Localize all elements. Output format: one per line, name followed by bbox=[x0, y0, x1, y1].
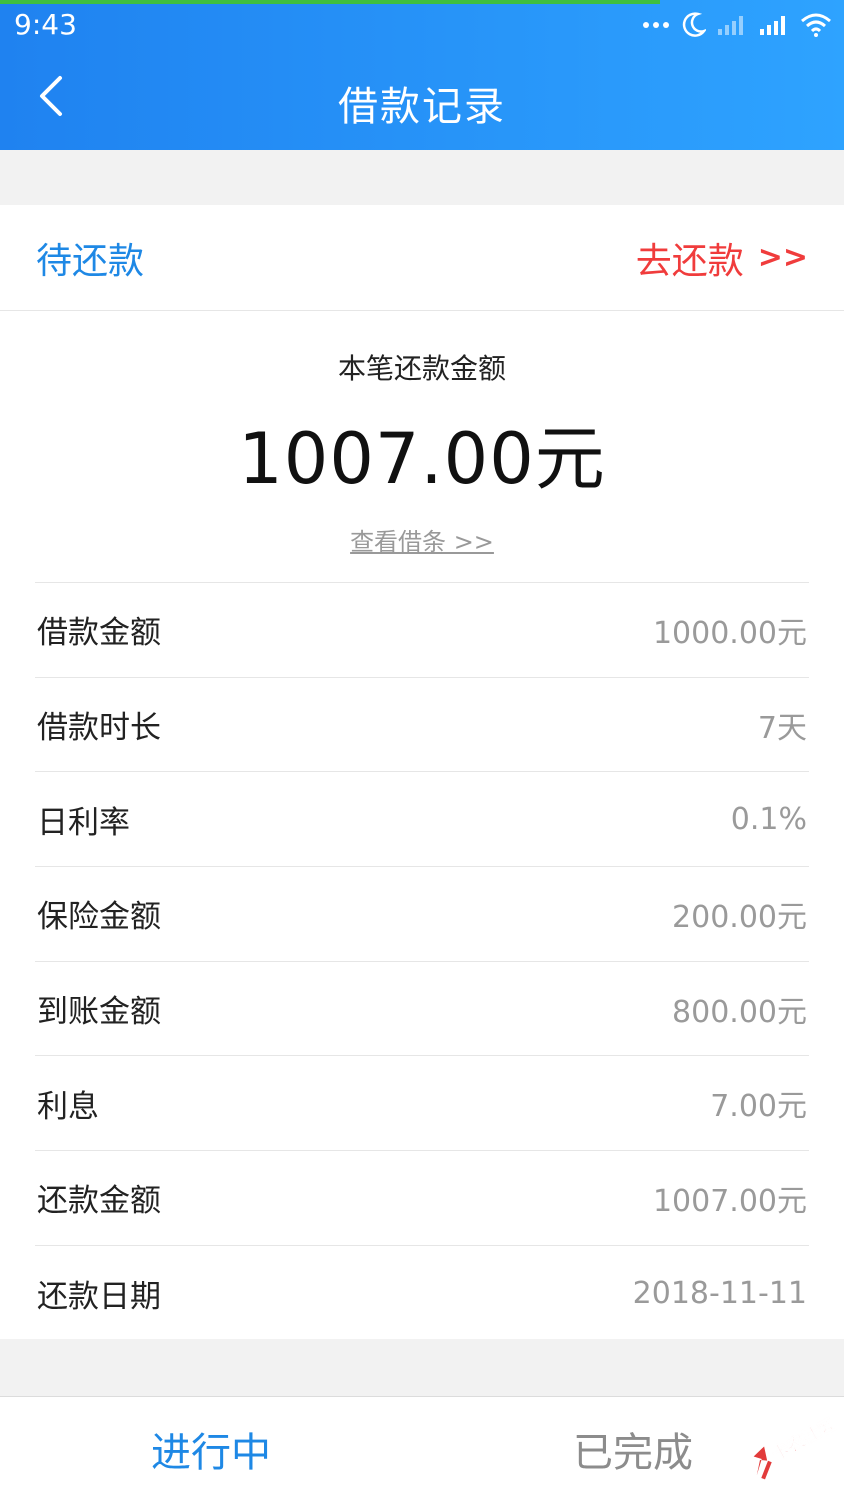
detail-row-received: 到账金额 800.00元 bbox=[35, 962, 809, 1057]
detail-label: 到账金额 bbox=[37, 994, 161, 1031]
wifi-icon bbox=[800, 12, 832, 38]
card-header: 待还款 去还款 >> bbox=[0, 205, 844, 311]
view-note-link[interactable]: 查看借条 >> bbox=[350, 522, 494, 557]
detail-row-repay-date: 还款日期 2018-11-11 bbox=[35, 1246, 809, 1341]
detail-value: 7.00元 bbox=[710, 1089, 807, 1125]
detail-row-daily-rate: 日利率 0.1% bbox=[35, 772, 809, 868]
detail-label: 借款时长 bbox=[37, 710, 161, 747]
detail-row-interest: 利息 7.00元 bbox=[35, 1056, 809, 1152]
detail-label: 保险金额 bbox=[37, 899, 161, 936]
detail-value: 1000.00元 bbox=[652, 615, 807, 651]
detail-row-loan-amount: 借款金额 1000.00元 bbox=[35, 583, 809, 678]
detail-value: 0.1% bbox=[730, 801, 807, 837]
loan-record-card: 待还款 去还款 >> 本笔还款金额 1007.00元 查看借条 >> 借款金额 … bbox=[0, 205, 844, 1339]
detail-label: 借款金额 bbox=[37, 615, 161, 652]
detail-label: 利息 bbox=[37, 1088, 99, 1125]
summary-amount: 1007.00元 bbox=[238, 418, 606, 500]
detail-value: 7天 bbox=[757, 710, 807, 746]
summary-label: 本笔还款金额 bbox=[337, 352, 506, 385]
watermark-text: 卡农社区 bbox=[769, 1414, 838, 1464]
pending-status-label: 待还款 bbox=[36, 240, 145, 282]
watermark-logo: 卡农社区 bbox=[740, 1404, 840, 1484]
detail-value: 1007.00元 bbox=[652, 1183, 807, 1219]
detail-row-insurance: 保险金额 200.00元 bbox=[35, 867, 809, 962]
detail-row-loan-term: 借款时长 7天 bbox=[35, 678, 809, 773]
detail-label: 还款日期 bbox=[37, 1278, 161, 1315]
more-dots-icon bbox=[642, 20, 670, 30]
go-repay-button[interactable]: 去还款 >> bbox=[636, 232, 808, 284]
detail-list: 借款金额 1000.00元 借款时长 7天 日利率 0.1% 保险金额 200.… bbox=[35, 582, 809, 1341]
bottom-tab-bar: 进行中 已完成 bbox=[0, 1396, 844, 1500]
moon-icon bbox=[680, 11, 706, 39]
status-icons bbox=[642, 8, 832, 42]
page-title: 借款记录 bbox=[338, 84, 506, 130]
detail-value: 2018-11-11 bbox=[632, 1275, 807, 1311]
detail-label: 日利率 bbox=[37, 804, 130, 841]
detail-value: 200.00元 bbox=[672, 899, 807, 935]
signal-icon bbox=[758, 13, 790, 37]
signal-weak-icon bbox=[716, 13, 748, 37]
detail-value: 800.00元 bbox=[672, 994, 807, 1030]
go-repay-label: 去还款 bbox=[635, 240, 744, 282]
app-header: 9:43 借款记录 bbox=[0, 0, 844, 150]
tab-in-progress[interactable]: 进行中 bbox=[0, 1397, 422, 1500]
detail-label: 还款金额 bbox=[37, 1183, 161, 1220]
repayment-summary: 本笔还款金额 1007.00元 查看借条 >> bbox=[0, 311, 844, 582]
load-progress-line bbox=[0, 0, 660, 4]
status-time: 9:43 bbox=[14, 8, 77, 41]
detail-row-repay-amount: 还款金额 1007.00元 bbox=[35, 1151, 809, 1246]
double-chevron-right-icon: >> bbox=[757, 240, 808, 275]
